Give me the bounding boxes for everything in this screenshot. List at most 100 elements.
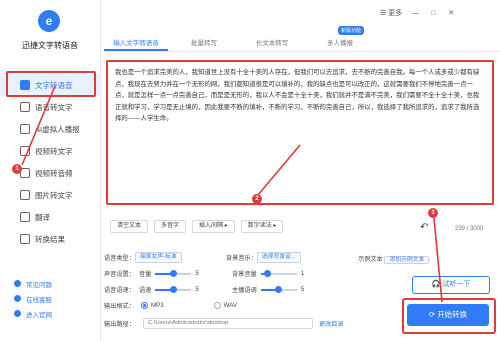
image-to-text-icon <box>20 190 30 200</box>
text-editor[interactable]: 我也是一个追求完美的人，我知道世上没有十全十美的人存在，但我们可以去追求，去不断… <box>106 60 494 205</box>
support-link[interactable]: 在线客服 <box>14 291 52 306</box>
tab-long-text[interactable]: 长文本转写 <box>240 36 304 51</box>
speed-row: 语音语速： 语速 5 <box>104 284 199 295</box>
website-icon <box>14 310 21 317</box>
format-wav-radio[interactable] <box>213 302 221 309</box>
format-row: 输出格式： MP3 WAV <box>104 300 237 311</box>
faq-link[interactable]: 常见问题 <box>14 276 52 291</box>
new-feature-badge: 新版功能 <box>338 26 365 35</box>
slider-handle[interactable] <box>169 269 177 277</box>
volume-row: 声音设置： 音量 5 <box>104 268 199 279</box>
undo-icon[interactable]: ↶ <box>420 222 428 233</box>
pitch-sublabel: 主播语调 <box>232 287 257 294</box>
minimize-button[interactable]: — <box>410 10 420 17</box>
app-title: 迅捷文字转语音 <box>22 41 78 50</box>
sidebar-item-video-to-text[interactable]: 视频转文字 <box>0 140 101 162</box>
format-label: 输出格式： <box>104 303 135 310</box>
annotation-frame-sidebar <box>6 71 96 97</box>
results-icon <box>20 234 30 244</box>
volume-slider[interactable] <box>155 269 192 277</box>
bg-music-select[interactable]: 选择背景音... <box>256 252 301 263</box>
faq-label: 常见问题 <box>26 281 52 289</box>
format-wav-label: WAV <box>223 302 238 309</box>
change-dir-link[interactable]: 更改目录 <box>319 319 344 328</box>
sidebar-item-label: AI虚拟人播报 <box>35 124 80 134</box>
faq-icon <box>14 280 21 287</box>
format-mp3-radio[interactable] <box>140 302 148 309</box>
support-label: 在线客服 <box>26 296 52 304</box>
more-menu[interactable]: ☰ 更多 <box>380 8 402 18</box>
app-logo: e <box>38 10 60 32</box>
volume-sublabel: 音量 <box>138 271 152 278</box>
bg-volume-row: 背景音量 1 <box>232 268 304 279</box>
sidebar-footer: 常见问题 在线客服 进入官网 <box>14 276 52 321</box>
tab-text-input[interactable]: 输入文字转语音 <box>104 36 168 51</box>
sidebar-item-image-to-text[interactable]: 图片转文字 <box>0 184 101 206</box>
sidebar-item-label: 图片转文字 <box>35 190 73 200</box>
sidebar-item-speech-to-text[interactable]: 语音转文字 <box>0 96 101 118</box>
speed-label: 语音语速： <box>104 287 135 294</box>
slider-handle[interactable] <box>275 285 283 293</box>
more-label: 更多 <box>388 10 403 17</box>
slider-handle[interactable] <box>264 269 272 277</box>
sample-text-select[interactable]: 添加示例文本 <box>384 256 430 264</box>
listen-button[interactable]: 🎧 试听一下 <box>412 276 490 294</box>
sidebar-item-label: 语音转文字 <box>35 102 73 112</box>
pitch-row: 主播语调 5 <box>232 284 304 295</box>
sidebar-item-label: 视频转音频 <box>35 168 73 178</box>
sample-text-label: 示例文本 <box>358 256 383 263</box>
marker-1: 1 <box>12 164 22 174</box>
mode-tabs: 输入文字转语音 批量转写 长文本转写 多人播报 <box>104 36 500 52</box>
editor-content[interactable]: 我也是一个追求完美的人，我知道世上没有十全十美的人存在，但我们可以去追求，去不断… <box>108 62 492 130</box>
video-to-text-icon <box>20 146 30 156</box>
speed-sublabel: 语速 <box>138 287 152 294</box>
volume-label: 声音设置： <box>104 271 135 278</box>
output-path-label: 输出路径： <box>104 321 135 328</box>
char-count: 239 / 3000 <box>455 226 484 232</box>
bg-music-row: 背景音乐： 选择背景音... <box>226 252 301 263</box>
slider-handle[interactable] <box>169 285 177 293</box>
listen-label: 试听一下 <box>442 281 471 288</box>
convert-label: 开始转换 <box>437 310 468 319</box>
bg-volume-slider[interactable] <box>260 269 297 277</box>
website-link[interactable]: 进入官网 <box>14 306 52 321</box>
pitch-value: 5 <box>300 286 305 293</box>
translate-icon <box>20 212 30 222</box>
bg-music-label: 背景音乐： <box>226 255 257 262</box>
bg-volume-value: 1 <box>300 270 305 277</box>
ai-avatar-icon <box>20 124 30 134</box>
website-label: 进入官网 <box>26 311 52 319</box>
number-reading-button[interactable]: 数字读法 ▸ <box>240 220 284 233</box>
polyphone-button[interactable]: 多音字 <box>154 220 187 233</box>
sidebar-item-translate[interactable]: 翻译 <box>0 206 101 228</box>
support-icon <box>14 295 21 302</box>
marker-3: 3 <box>428 208 438 218</box>
sidebar-item-ai-avatar[interactable]: AI虚拟人播报 <box>0 118 101 140</box>
voice-type-select[interactable]: 甜美女声-标准 <box>134 252 182 263</box>
speed-value: 5 <box>195 286 199 293</box>
editor-toolbar: 清空文本 多音字 插入间隔 ▸ 数字读法 ▸ <box>110 220 284 233</box>
sidebar-nav: 文字转语音 语音转文字 AI虚拟人播报 视频转文字 视频转音频 图片转文字 翻译… <box>0 74 101 250</box>
output-path-row: 输出路径： C:\Users\Administrator\desktop 更改目… <box>104 318 344 329</box>
output-path-input[interactable]: C:\Users\Administrator\desktop <box>142 318 313 329</box>
window-controls: ☰ 更多 — □ ✕ <box>380 8 456 18</box>
format-mp3-label: MP3 <box>150 302 164 309</box>
sidebar-item-label: 视频转文字 <box>35 146 73 156</box>
maximize-button[interactable]: □ <box>428 10 438 17</box>
speed-slider[interactable] <box>155 285 192 293</box>
sidebar-item-label: 翻译 <box>35 212 50 222</box>
pitch-slider[interactable] <box>260 285 297 293</box>
volume-value: 5 <box>195 270 199 277</box>
tab-multi-speaker[interactable]: 多人播报 <box>308 36 372 51</box>
voice-type-label: 语音类型： <box>104 255 135 262</box>
sidebar-item-results[interactable]: 转换结果 <box>0 228 101 250</box>
bg-volume-sublabel: 背景音量 <box>232 271 257 278</box>
tab-batch[interactable]: 批量转写 <box>172 36 236 51</box>
close-button[interactable]: ✕ <box>446 9 456 17</box>
clear-text-button[interactable]: 清空文本 <box>110 220 149 233</box>
speech-to-text-icon <box>20 102 30 112</box>
marker-2: 2 <box>252 194 262 204</box>
insert-pause-button[interactable]: 插入间隔 ▸ <box>192 220 235 233</box>
sample-text-row: 示例文本 添加示例文本 <box>358 254 430 265</box>
start-convert-button[interactable]: ⟳ 开始转换 <box>407 304 489 326</box>
